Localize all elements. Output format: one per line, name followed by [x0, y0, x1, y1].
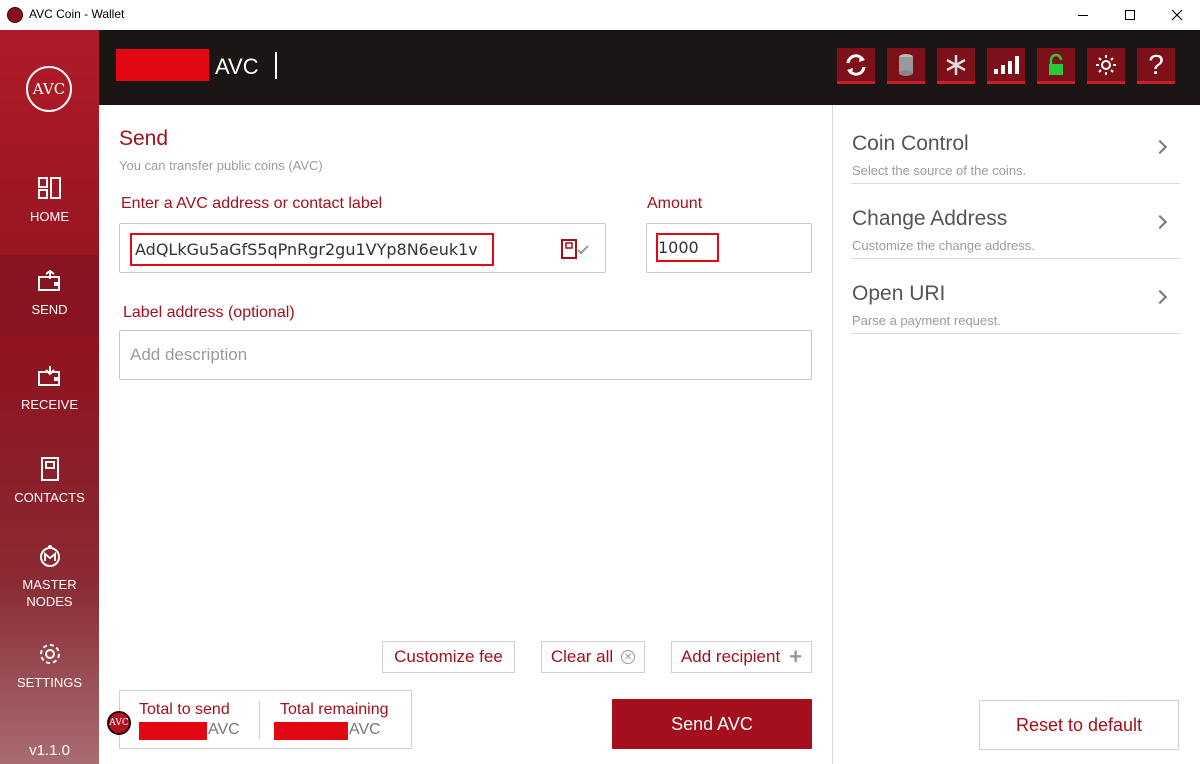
send-wallet-icon: [37, 268, 63, 294]
theme-button[interactable]: [1087, 48, 1125, 84]
sidebar-item-master-nodes[interactable]: MASTER NODES: [0, 543, 99, 610]
database-icon: [899, 53, 913, 76]
options-panel: Coin Control Select the source of the co…: [833, 105, 1200, 764]
send-avc-button[interactable]: Send AVC: [612, 699, 812, 749]
wallet-window: AVC Coin - Wallet AVC HOME SEND RECEIVE: [0, 0, 1200, 764]
description-input[interactable]: Add description: [119, 330, 812, 380]
sidebar-item-send[interactable]: SEND: [0, 255, 99, 336]
button-label: Add recipient: [680, 647, 781, 666]
window-title: AVC Coin - Wallet: [29, 7, 125, 21]
sidebar-item-contacts[interactable]: CONTACTS: [0, 456, 99, 506]
button-label: Send AVC: [671, 713, 753, 734]
contacts-book-icon: [37, 456, 63, 482]
sun-icon: [1096, 54, 1116, 75]
sidebar-item-receive[interactable]: RECEIVE: [0, 363, 99, 413]
totals-box: AVC Total to send AVC Total remaining AV…: [107, 690, 412, 749]
sidebar-item-settings[interactable]: SETTINGS: [0, 641, 99, 691]
chevron-right-icon: [1152, 289, 1168, 305]
masternodes-icon: [37, 543, 63, 569]
minimize-icon: [1078, 14, 1088, 16]
address-book-icon[interactable]: [560, 238, 592, 260]
button-label: Reset to default: [1015, 714, 1143, 735]
divider: [275, 52, 277, 79]
button-label: Clear all: [550, 647, 614, 666]
app-logo-icon: [7, 7, 23, 23]
option-title: Coin Control: [852, 132, 969, 155]
sync-button[interactable]: [837, 48, 875, 84]
balance-redacted: [116, 49, 209, 81]
page-title: Send: [119, 127, 169, 150]
address-value[interactable]: AdQLkGu5aGfS5qPnRgr2gu1VYp8N6euk1v: [130, 233, 494, 266]
plus-icon: +: [789, 644, 803, 669]
help-button[interactable]: ?: [1137, 48, 1175, 84]
option-subtitle: Customize the change address.: [852, 238, 1035, 253]
sidebar-item-label: CONTACTS: [14, 490, 85, 505]
version-label: v1.1.0: [29, 742, 70, 759]
total-to-send-redacted: [139, 722, 207, 740]
sidebar-item-label: MASTER NODES: [22, 577, 77, 609]
signal-bars-icon: [994, 55, 1019, 74]
home-grid-icon: [37, 175, 63, 201]
total-to-send-label: Total to send: [139, 701, 230, 718]
sidebar-item-label: SETTINGS: [16, 675, 82, 690]
minimize-button[interactable]: [1060, 0, 1106, 30]
sidebar-item-label: SEND: [31, 302, 68, 317]
sync-icon: [846, 53, 866, 76]
add-recipient-button[interactable]: Add recipient +: [671, 641, 812, 673]
total-to-send-unit: AVC: [208, 721, 240, 738]
chevron-right-icon: [1152, 139, 1168, 155]
top-header: AVC ?: [99, 30, 1200, 105]
close-button[interactable]: [1154, 0, 1200, 30]
label-address-label: Label address (optional): [123, 304, 295, 321]
chevron-right-icon: [1152, 214, 1168, 230]
database-button[interactable]: [887, 48, 925, 84]
open-uri-option[interactable]: Open URI Parse a payment request.: [851, 259, 1180, 334]
maximize-button[interactable]: [1107, 0, 1153, 30]
avc-logo: AVC: [26, 66, 72, 112]
change-address-option[interactable]: Change Address Customize the change addr…: [851, 184, 1180, 259]
network-button[interactable]: [987, 48, 1025, 84]
balance-unit: AVC: [215, 54, 259, 79]
sidebar-item-label: RECEIVE: [20, 397, 79, 412]
avc-coin-icon: AVC: [107, 711, 131, 735]
amount-value[interactable]: 1000: [656, 233, 719, 262]
help-icon: ?: [1148, 48, 1164, 80]
maximize-icon: [1125, 10, 1135, 20]
address-input[interactable]: AdQLkGu5aGfS5qPnRgr2gu1VYp8N6euk1v: [119, 223, 606, 273]
lock-icon: [1049, 53, 1063, 75]
clear-icon: ✕: [621, 650, 636, 664]
reset-to-default-button[interactable]: Reset to default: [979, 700, 1179, 750]
receive-wallet-icon: [37, 363, 63, 389]
total-remaining-redacted: [274, 722, 348, 740]
sidebar-item-label: HOME: [30, 209, 69, 224]
address-label: Enter a AVC address or contact label: [121, 195, 383, 212]
coin-control-option[interactable]: Coin Control Select the source of the co…: [851, 109, 1180, 184]
sidebar: AVC HOME SEND RECEIVE CONTACTS MASTER NO…: [0, 30, 99, 764]
total-remaining-unit: AVC: [349, 721, 381, 738]
send-panel: Send You can transfer public coins (AVC)…: [99, 105, 832, 764]
title-bar: AVC Coin - Wallet: [0, 0, 1200, 30]
page-subtitle: You can transfer public coins (AVC): [119, 158, 323, 173]
close-icon: [1171, 9, 1183, 21]
option-title: Change Address: [852, 207, 1008, 230]
gear-icon: [37, 641, 63, 667]
amount-input[interactable]: 1000: [646, 223, 812, 273]
amount-label: Amount: [647, 195, 703, 212]
customize-fee-button[interactable]: Customize fee: [382, 641, 515, 673]
option-subtitle: Select the source of the coins.: [852, 163, 1027, 178]
divider: [259, 701, 260, 739]
button-label: Customize fee: [394, 647, 503, 666]
sidebar-item-home[interactable]: HOME: [0, 175, 99, 265]
staking-button[interactable]: [937, 48, 975, 84]
lock-button[interactable]: [1037, 48, 1075, 84]
clear-all-button[interactable]: Clear all ✕: [541, 641, 645, 673]
option-title: Open URI: [852, 282, 946, 305]
total-remaining-label: Total remaining: [280, 701, 389, 718]
snowflake-icon: [946, 54, 966, 75]
option-subtitle: Parse a payment request.: [852, 313, 1001, 328]
